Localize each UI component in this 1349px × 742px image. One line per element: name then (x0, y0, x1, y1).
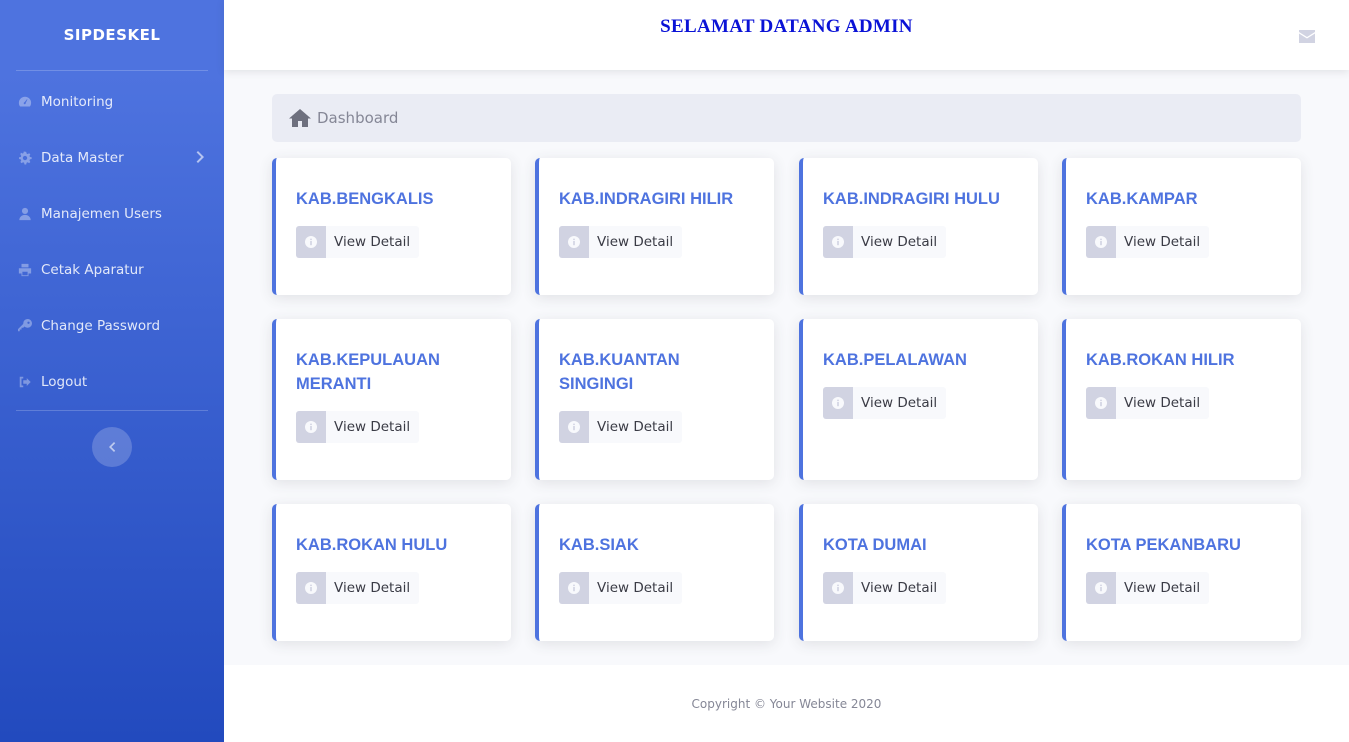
view-detail-button[interactable]: View Detail (823, 572, 947, 604)
region-card: KAB.ROKAN HULU View Detail (272, 504, 511, 641)
print-icon (17, 262, 33, 278)
region-card: KOTA PEKANBARU View Detail (1062, 504, 1301, 641)
region-card: KOTA DUMAI View Detail (799, 504, 1038, 641)
view-detail-label: View Detail (597, 419, 674, 435)
view-detail-label: View Detail (1124, 234, 1201, 250)
region-card: KAB.BENGKALIS View Detail (272, 158, 511, 295)
info-circle-icon (1086, 387, 1116, 419)
info-circle-icon (1086, 226, 1116, 258)
info-circle-icon (823, 572, 853, 604)
sidebar-item-label: Data Master (41, 150, 124, 166)
region-card-title: KAB.SIAK (559, 536, 639, 554)
sidebar-item-manajemen-users[interactable]: Manajemen Users (0, 186, 224, 242)
cog-icon (17, 150, 33, 166)
breadcrumb-label: Dashboard (317, 109, 399, 127)
region-card: KAB.ROKAN HILIR View Detail (1062, 319, 1301, 480)
view-detail-label: View Detail (334, 580, 411, 596)
view-detail-label: View Detail (334, 234, 411, 250)
view-detail-label: View Detail (861, 234, 938, 250)
region-card-title: KAB.INDRAGIRI HULU (823, 190, 1000, 208)
region-card: KAB.KUANTAN SINGINGI View Detail (535, 319, 774, 480)
view-detail-button[interactable]: View Detail (559, 226, 683, 258)
footer: Copyright © Your Website 2020 (224, 665, 1349, 742)
info-circle-icon (559, 411, 589, 443)
view-detail-label: View Detail (334, 419, 411, 435)
topbar: SELAMAT DATANG ADMIN (224, 0, 1349, 70)
region-card: KAB.SIAK View Detail (535, 504, 774, 641)
sign-out-icon (17, 374, 33, 390)
view-detail-button[interactable]: View Detail (296, 411, 420, 443)
welcome-heading: SELAMAT DATANG ADMIN (660, 16, 913, 37)
view-detail-label: View Detail (861, 395, 938, 411)
sidebar-toggle-wrap (0, 427, 224, 467)
view-detail-label: View Detail (1124, 395, 1201, 411)
sidebar-item-change-password[interactable]: Change Password (0, 298, 224, 354)
region-card: KAB.KAMPAR View Detail (1062, 158, 1301, 295)
region-card-title: KOTA PEKANBARU (1086, 536, 1241, 554)
region-card-title: KAB.PELALAWAN (823, 351, 967, 369)
view-detail-label: View Detail (1124, 580, 1201, 596)
main-content: Dashboard KAB.BENGKALIS View Detail KAB.IN… (224, 70, 1349, 665)
view-detail-button[interactable]: View Detail (296, 572, 420, 604)
sidebar-item-data-master[interactable]: Data Master (0, 130, 224, 186)
chevron-right-icon (196, 150, 206, 164)
region-card-title: KAB.ROKAN HILIR (1086, 351, 1235, 369)
sidebar-item-cetak-aparatur[interactable]: Cetak Aparatur (0, 242, 224, 298)
sidebar-item-label: Manajemen Users (41, 206, 162, 222)
view-detail-button[interactable]: View Detail (559, 411, 683, 443)
region-card-title: KAB.INDRAGIRI HILIR (559, 190, 734, 208)
view-detail-label: View Detail (597, 234, 674, 250)
region-card: KAB.KEPULAUAN MERANTI View Detail (272, 319, 511, 480)
view-detail-button[interactable]: View Detail (1086, 572, 1210, 604)
sidebar-item-monitoring[interactable]: Monitoring (0, 74, 224, 130)
view-detail-label: View Detail (861, 580, 938, 596)
region-card: KAB.PELALAWAN View Detail (799, 319, 1038, 480)
user-icon (17, 206, 33, 222)
region-card: KAB.INDRAGIRI HULU View Detail (799, 158, 1038, 295)
sidebar-item-label: Monitoring (41, 94, 114, 110)
sidebar-item-label: Cetak Aparatur (41, 262, 144, 278)
view-detail-button[interactable]: View Detail (296, 226, 420, 258)
view-detail-button[interactable]: View Detail (823, 387, 947, 419)
region-card: KAB.INDRAGIRI HILIR View Detail (535, 158, 774, 295)
sidebar-item-label: Logout (41, 374, 88, 390)
view-detail-button[interactable]: View Detail (559, 572, 683, 604)
info-circle-icon (296, 572, 326, 604)
region-card-title: KAB.BENGKALIS (296, 190, 434, 208)
view-detail-label: View Detail (597, 580, 674, 596)
sidebar: SIPDESKEL Monitoring Data Master Manajem… (0, 0, 224, 742)
view-detail-button[interactable]: View Detail (1086, 226, 1210, 258)
sidebar-item-label: Change Password (41, 318, 161, 334)
brand-logo-text[interactable]: SIPDESKEL (0, 0, 224, 70)
info-circle-icon (559, 226, 589, 258)
info-circle-icon (296, 411, 326, 443)
chevron-left-icon (109, 442, 116, 452)
home-icon[interactable] (288, 108, 312, 128)
info-circle-icon (823, 226, 853, 258)
region-card-title: KAB.KUANTAN SINGINGI (559, 351, 680, 393)
view-detail-button[interactable]: View Detail (823, 226, 947, 258)
region-card-title: KAB.KEPULAUAN MERANTI (296, 351, 440, 393)
sidebar-item-logout[interactable]: Logout (0, 354, 224, 410)
breadcrumb: Dashboard (272, 94, 1301, 142)
sidebar-toggle-button[interactable] (92, 427, 132, 467)
view-detail-button[interactable]: View Detail (1086, 387, 1210, 419)
region-card-title: KAB.KAMPAR (1086, 190, 1198, 208)
key-icon (17, 318, 33, 334)
region-card-title: KAB.ROKAN HULU (296, 536, 448, 554)
info-circle-icon (823, 387, 853, 419)
sidebar-divider (16, 70, 208, 71)
info-circle-icon (559, 572, 589, 604)
tachometer-icon (17, 94, 33, 110)
copyright-text: Copyright © Your Website 2020 (691, 696, 882, 711)
info-circle-icon (296, 226, 326, 258)
region-card-title: KOTA DUMAI (823, 536, 927, 554)
info-circle-icon (1086, 572, 1116, 604)
sidebar-divider (16, 410, 208, 411)
envelope-icon[interactable] (1299, 28, 1315, 43)
